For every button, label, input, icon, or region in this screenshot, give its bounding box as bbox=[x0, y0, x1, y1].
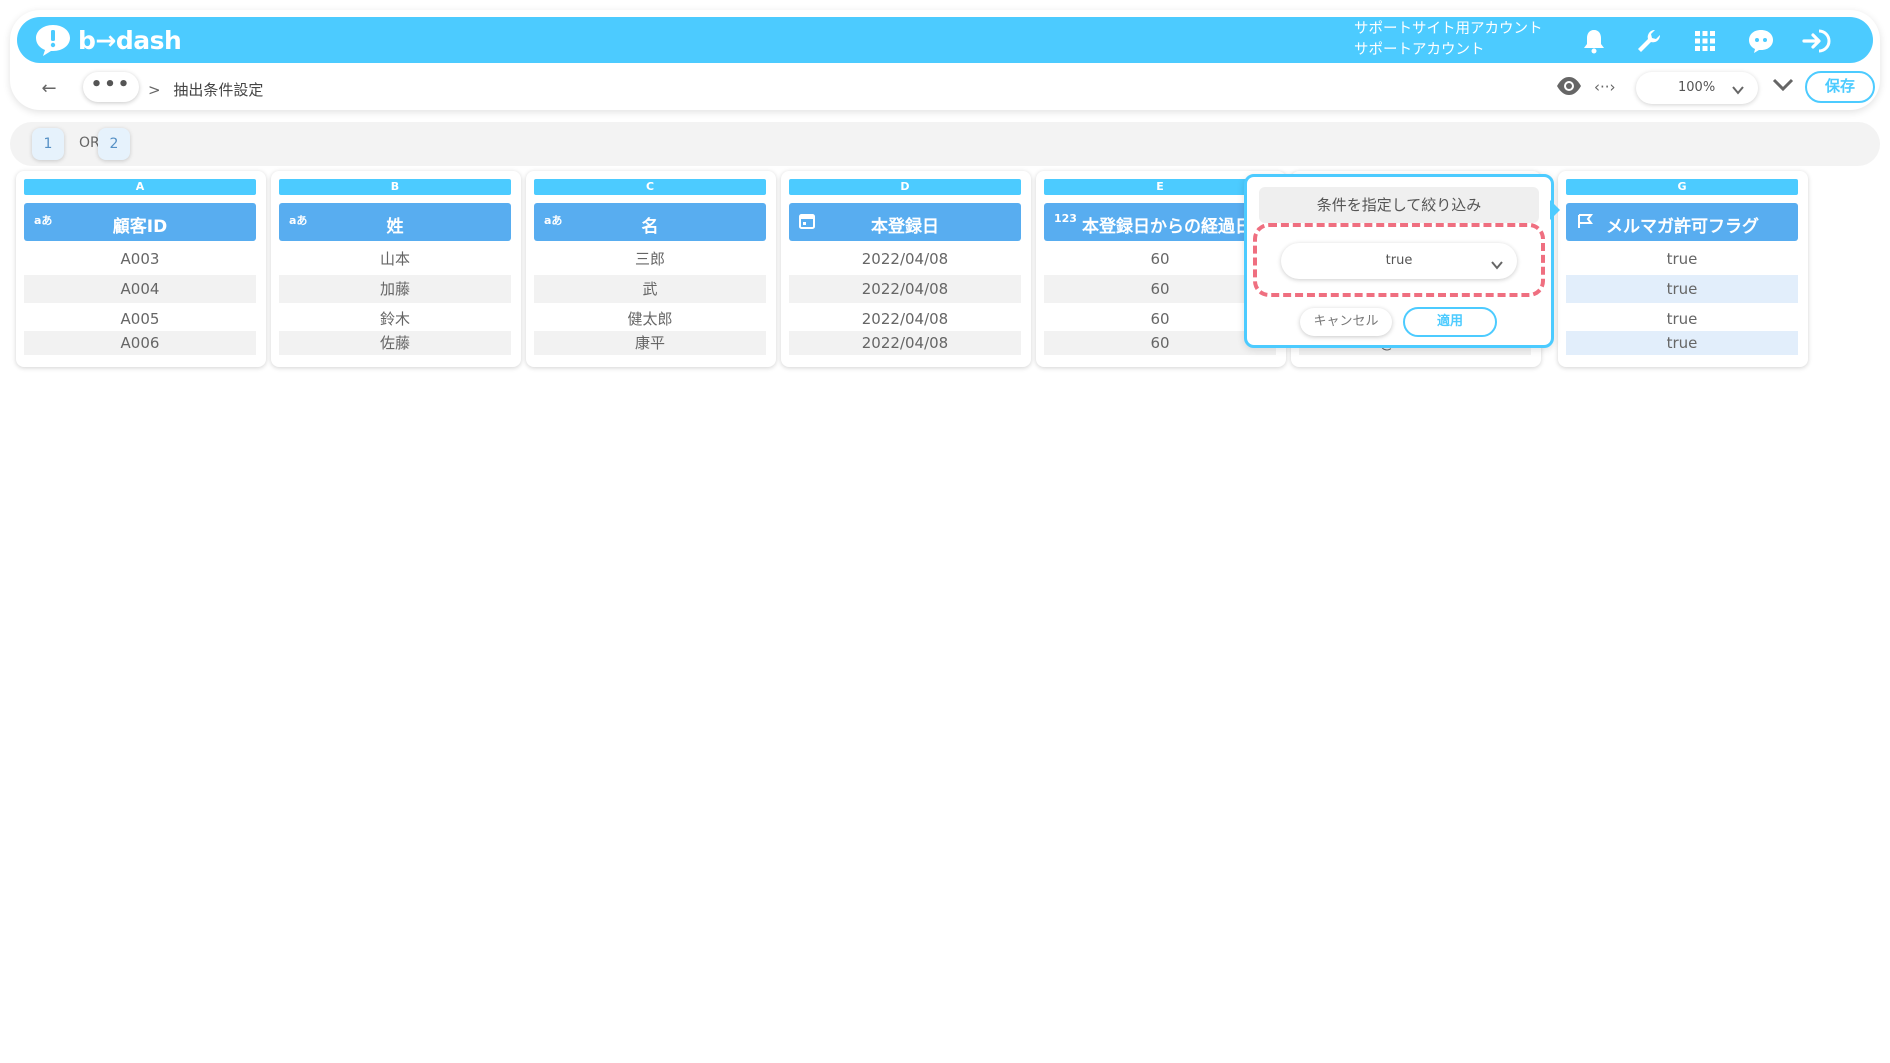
condition-bar: 1 OR 2 bbox=[10, 122, 1880, 166]
column-title: 本登録日 bbox=[871, 217, 939, 237]
filter-popover: 条件を指定して絞り込み true キャンセル 適用 bbox=[1244, 174, 1554, 348]
column-title: メルマガ許可フラグ bbox=[1606, 217, 1759, 237]
table-cell: A004 bbox=[24, 275, 256, 303]
table-cell: true bbox=[1566, 331, 1798, 355]
table-cell: true bbox=[1666, 310, 1698, 328]
table-cell: 60 bbox=[1150, 310, 1170, 328]
table-cell: 康平 bbox=[534, 331, 766, 355]
table-cell: A005 bbox=[120, 310, 160, 328]
column-letter: G bbox=[1566, 179, 1798, 195]
filter-value-select[interactable]: true bbox=[1281, 243, 1517, 279]
number-type-icon: 123 bbox=[1054, 212, 1077, 225]
popover-title: 条件を指定して絞り込み bbox=[1259, 187, 1539, 223]
table-cell: 三郎 bbox=[634, 250, 665, 268]
table-cell: 山本 bbox=[379, 250, 410, 268]
preview-eye-icon[interactable] bbox=[1556, 76, 1582, 100]
table-cell: 武 bbox=[534, 275, 766, 303]
breadcrumb: > 抽出条件設定 bbox=[148, 79, 263, 100]
table-cell: A006 bbox=[24, 331, 256, 355]
column-header[interactable]: メルマガ許可フラグ bbox=[1566, 203, 1798, 241]
wrench-icon[interactable] bbox=[1632, 24, 1666, 58]
account-line-1: サポートサイト用アカウント bbox=[1354, 21, 1543, 37]
condition-operator[interactable]: OR bbox=[79, 135, 100, 151]
column-letter: E bbox=[1044, 179, 1276, 195]
grid-icon[interactable] bbox=[1688, 24, 1722, 58]
table-cell: 健太郎 bbox=[627, 310, 673, 328]
table-cell: 佐藤 bbox=[279, 331, 511, 355]
chevron-down-icon bbox=[1732, 80, 1744, 99]
apply-button[interactable]: 適用 bbox=[1403, 307, 1497, 337]
save-button[interactable]: 保存 bbox=[1805, 71, 1875, 103]
condition-chip-2[interactable]: 2 bbox=[98, 128, 130, 160]
table-cell: 鈴木 bbox=[379, 310, 410, 328]
breadcrumb-separator: > bbox=[148, 81, 161, 99]
chevron-down-icon bbox=[1491, 255, 1503, 274]
account-info[interactable]: サポートサイト用アカウント サポートアカウント bbox=[1354, 19, 1543, 61]
table-cell: 60 bbox=[1044, 331, 1276, 355]
account-line-2: サポートアカウント bbox=[1354, 42, 1485, 58]
column-b: B aあ 姓 山本 加藤 鈴木 佐藤 bbox=[271, 171, 521, 367]
cancel-button[interactable]: キャンセル bbox=[1300, 308, 1392, 336]
column-a: A aあ 顧客ID A003 A004 A005 A006 bbox=[16, 171, 266, 367]
column-c: C aあ 名 三郎 武 健太郎 康平 bbox=[526, 171, 776, 367]
table-cell: 加藤 bbox=[279, 275, 511, 303]
column-letter: A bbox=[24, 179, 256, 195]
table-cell: true bbox=[1666, 250, 1698, 268]
table-cell: A003 bbox=[120, 250, 160, 268]
column-title: 顧客ID bbox=[112, 217, 168, 237]
popover-arrow bbox=[1550, 200, 1560, 220]
column-title: 姓 bbox=[386, 217, 404, 237]
table-cell: 2022/04/08 bbox=[789, 275, 1021, 303]
table-cell: 60 bbox=[1044, 275, 1276, 303]
condition-chip-1[interactable]: 1 bbox=[32, 128, 64, 160]
column-header[interactable]: aあ 名 bbox=[534, 203, 766, 241]
back-button[interactable]: ← bbox=[36, 76, 62, 102]
column-header[interactable]: 123 本登録日からの経過日数 bbox=[1044, 203, 1276, 241]
column-letter: B bbox=[279, 179, 511, 195]
zoom-value: 100% bbox=[1678, 80, 1716, 95]
table-cell: true bbox=[1566, 275, 1798, 303]
column-d: D 本登録日 2022/04/08 2022/04/08 2022/04/08 … bbox=[781, 171, 1031, 367]
toolbar: ← ••• > 抽出条件設定 ‹··› 100% 保存 bbox=[10, 68, 1880, 108]
code-view-button[interactable]: ‹··› bbox=[1594, 78, 1616, 96]
column-header[interactable]: 本登録日 bbox=[789, 203, 1021, 241]
column-letter: D bbox=[789, 179, 1021, 195]
more-breadcrumb-button[interactable]: ••• bbox=[83, 72, 139, 102]
collapse-chevron-icon[interactable] bbox=[1772, 77, 1794, 97]
column-g: G メルマガ許可フラグ true true true true bbox=[1558, 171, 1808, 367]
table-cell: 60 bbox=[1150, 250, 1170, 268]
column-title: 本登録日からの経過日数 bbox=[1082, 217, 1269, 237]
column-letter: C bbox=[534, 179, 766, 195]
top-bar: b→dash サポートサイト用アカウント サポートアカウント bbox=[17, 17, 1873, 63]
logo[interactable]: b→dash bbox=[34, 23, 182, 57]
table-cell: 2022/04/08 bbox=[861, 250, 949, 268]
table-cell: 2022/04/08 bbox=[861, 310, 949, 328]
table-cell: 2022/04/08 bbox=[789, 331, 1021, 355]
flag-type-icon bbox=[1576, 213, 1594, 232]
filter-value: true bbox=[1385, 253, 1413, 268]
breadcrumb-current: 抽出条件設定 bbox=[173, 81, 264, 99]
logout-icon[interactable] bbox=[1800, 24, 1834, 58]
column-header[interactable]: aあ 顧客ID bbox=[24, 203, 256, 241]
logo-text: b→dash bbox=[78, 25, 182, 55]
zoom-select[interactable]: 100% bbox=[1636, 72, 1758, 104]
column-title: 名 bbox=[641, 217, 659, 237]
bell-icon[interactable] bbox=[1577, 24, 1611, 58]
logo-bubble-icon bbox=[36, 25, 70, 56]
column-header[interactable]: aあ 姓 bbox=[279, 203, 511, 241]
support-chat-icon[interactable] bbox=[1744, 24, 1778, 58]
